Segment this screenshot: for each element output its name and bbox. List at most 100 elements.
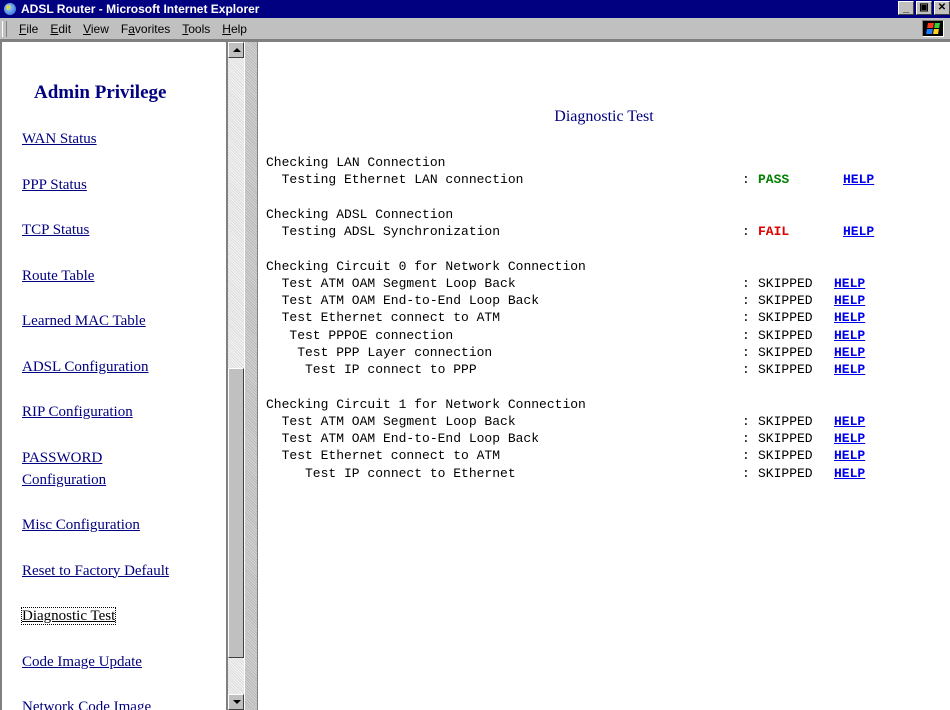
test-label: Testing Ethernet LAN connection bbox=[281, 172, 524, 187]
help-link[interactable]: HELP bbox=[843, 223, 874, 240]
test-label: Test Ethernet connect to ATM bbox=[281, 310, 501, 325]
window-controls: _ ▣ ✕ bbox=[896, 1, 950, 15]
sidebar-item-password[interactable]: PASSWORD Configuration bbox=[22, 447, 106, 491]
help-link[interactable]: HELP bbox=[834, 465, 865, 482]
test-status-fail: FAIL bbox=[758, 224, 790, 239]
test-label: Test IP connect to Ethernet bbox=[305, 466, 516, 481]
sidebar-item-network-code-image[interactable]: Network Code Image bbox=[22, 696, 151, 710]
help-link[interactable]: HELP bbox=[834, 292, 865, 309]
test-label: Test Ethernet connect to ATM bbox=[281, 448, 501, 463]
scroll-up-arrow-icon[interactable] bbox=[228, 42, 244, 58]
windows-logo-icon bbox=[922, 20, 944, 37]
sidebar-item-diagnostic-test[interactable]: Diagnostic Test bbox=[20, 605, 117, 627]
status-separator: : bbox=[742, 293, 750, 308]
sidebar-item-label: Diagnostic Test bbox=[20, 607, 117, 625]
menu-bar: File Edit View Favorites Tools Help bbox=[0, 18, 950, 40]
status-separator: : bbox=[742, 466, 750, 481]
section-heading: Checking ADSL Connection bbox=[266, 207, 454, 222]
test-status-skip: SKIPPED bbox=[758, 431, 813, 446]
test-label: Test ATM OAM Segment Loop Back bbox=[281, 276, 516, 291]
title-bar: e ADSL Router - Microsoft Internet Explo… bbox=[0, 0, 950, 18]
section-heading: Checking Circuit 0 for Network Connectio… bbox=[266, 259, 586, 274]
help-link[interactable]: HELP bbox=[843, 171, 874, 188]
close-button[interactable]: ✕ bbox=[934, 1, 950, 15]
test-status-skip: SKIPPED bbox=[758, 345, 813, 360]
status-separator: : bbox=[742, 362, 750, 377]
test-status-skip: SKIPPED bbox=[758, 466, 813, 481]
section-heading: Checking LAN Connection bbox=[266, 155, 446, 170]
help-link[interactable]: HELP bbox=[834, 327, 865, 344]
sidebar-item-label: TCP Status bbox=[22, 222, 90, 238]
internet-explorer-icon: e bbox=[3, 1, 17, 16]
status-separator: : bbox=[742, 172, 750, 187]
test-status-skip: SKIPPED bbox=[758, 328, 813, 343]
help-link[interactable]: HELP bbox=[834, 430, 865, 447]
help-link[interactable]: HELP bbox=[834, 447, 865, 464]
sidebar-item-label: Route Table bbox=[22, 267, 95, 284]
sidebar-item-label: Misc Configuration bbox=[22, 517, 140, 533]
sidebar-item-label: RIP Configuration bbox=[22, 404, 133, 420]
menu-edit[interactable]: Edit bbox=[44, 22, 77, 36]
sidebar-item-label: Learned MAC Table bbox=[22, 313, 146, 329]
status-separator: : bbox=[742, 276, 750, 291]
sidebar-item-label: Network Code Image bbox=[22, 699, 152, 710]
test-status-skip: SKIPPED bbox=[758, 310, 813, 325]
sidebar-item-reset-to-factory-default[interactable]: Reset to Factory Default bbox=[22, 560, 169, 582]
help-link[interactable]: HELP bbox=[834, 413, 865, 430]
sidebar-item-label: ADSL Configuration bbox=[22, 358, 149, 375]
page-title: Diagnostic Test bbox=[554, 108, 654, 125]
sidebar-title: Admin Privilege bbox=[34, 82, 167, 103]
sidebar-item-label: PPP Status bbox=[22, 176, 87, 193]
sidebar-item-misc-configuration[interactable]: Misc Configuration bbox=[22, 514, 140, 536]
test-label: Test PPPOE connection bbox=[289, 328, 454, 343]
status-separator: : bbox=[742, 224, 750, 239]
status-separator: : bbox=[742, 345, 750, 360]
sidebar-item-label-line2: Configuration bbox=[22, 471, 107, 488]
navigation-frame: Admin Privilege WAN Status PPP Status TCP … bbox=[2, 42, 226, 710]
menu-view[interactable]: View bbox=[77, 22, 115, 36]
test-label: Testing ADSL Synchronization bbox=[281, 224, 501, 239]
test-label: Test ATM OAM End-to-End Loop Back bbox=[281, 431, 540, 446]
sidebar-item-route-table[interactable]: Route Table bbox=[22, 265, 94, 287]
minimize-button[interactable]: _ bbox=[898, 1, 914, 15]
sidebar-item-adsl-configuration[interactable]: ADSL Configuration bbox=[22, 356, 149, 378]
test-status-pass: PASS bbox=[758, 172, 790, 187]
menu-help[interactable]: Help bbox=[216, 22, 253, 36]
test-status-skip: SKIPPED bbox=[758, 276, 813, 291]
sidebar-item-learned-mac-table[interactable]: Learned MAC Table bbox=[22, 310, 146, 332]
window-title: ADSL Router - Microsoft Internet Explore… bbox=[21, 2, 260, 16]
sidebar-item-label: Code Image Update bbox=[22, 653, 142, 670]
sidebar-item-label: Reset to Factory Default bbox=[22, 562, 170, 579]
test-status-skip: SKIPPED bbox=[758, 448, 813, 463]
help-link[interactable]: HELP bbox=[834, 344, 865, 361]
frame-splitter[interactable] bbox=[244, 42, 258, 710]
sidebar-item-tcp-status[interactable]: TCP Status bbox=[22, 219, 89, 241]
menu-items: File Edit View Favorites Tools Help bbox=[13, 22, 253, 36]
sidebar-item-label: WAN Status bbox=[22, 131, 97, 147]
sidebar-item-ppp-status[interactable]: PPP Status bbox=[22, 174, 87, 196]
menu-tools[interactable]: Tools bbox=[176, 22, 216, 36]
scroll-down-arrow-icon[interactable] bbox=[228, 694, 244, 710]
menu-file[interactable]: File bbox=[13, 22, 44, 36]
navigation-scrollbar[interactable] bbox=[228, 42, 244, 710]
status-separator: : bbox=[742, 414, 750, 429]
help-link[interactable]: HELP bbox=[834, 309, 865, 326]
test-label: Test ATM OAM End-to-End Loop Back bbox=[281, 293, 540, 308]
test-status-skip: SKIPPED bbox=[758, 293, 813, 308]
maximize-button[interactable]: ▣ bbox=[916, 1, 932, 15]
help-link[interactable]: HELP bbox=[834, 361, 865, 378]
status-separator: : bbox=[742, 431, 750, 446]
menu-favorites[interactable]: Favorites bbox=[115, 22, 176, 36]
sidebar-item-code-image-update[interactable]: Code Image Update bbox=[22, 651, 142, 673]
sidebar-item-wan-status[interactable]: WAN Status bbox=[22, 128, 97, 150]
test-label: Test IP connect to PPP bbox=[305, 362, 477, 377]
scrollbar-thumb[interactable] bbox=[228, 368, 244, 658]
toolbar-grip[interactable] bbox=[2, 20, 7, 37]
test-status-skip: SKIPPED bbox=[758, 362, 813, 377]
sidebar-item-rip-configuration[interactable]: RIP Configuration bbox=[22, 401, 133, 423]
sidebar-item-label: PASSWORD bbox=[22, 449, 103, 466]
status-separator: : bbox=[742, 310, 750, 325]
status-separator: : bbox=[742, 448, 750, 463]
status-separator: : bbox=[742, 328, 750, 343]
help-link[interactable]: HELP bbox=[834, 275, 865, 292]
